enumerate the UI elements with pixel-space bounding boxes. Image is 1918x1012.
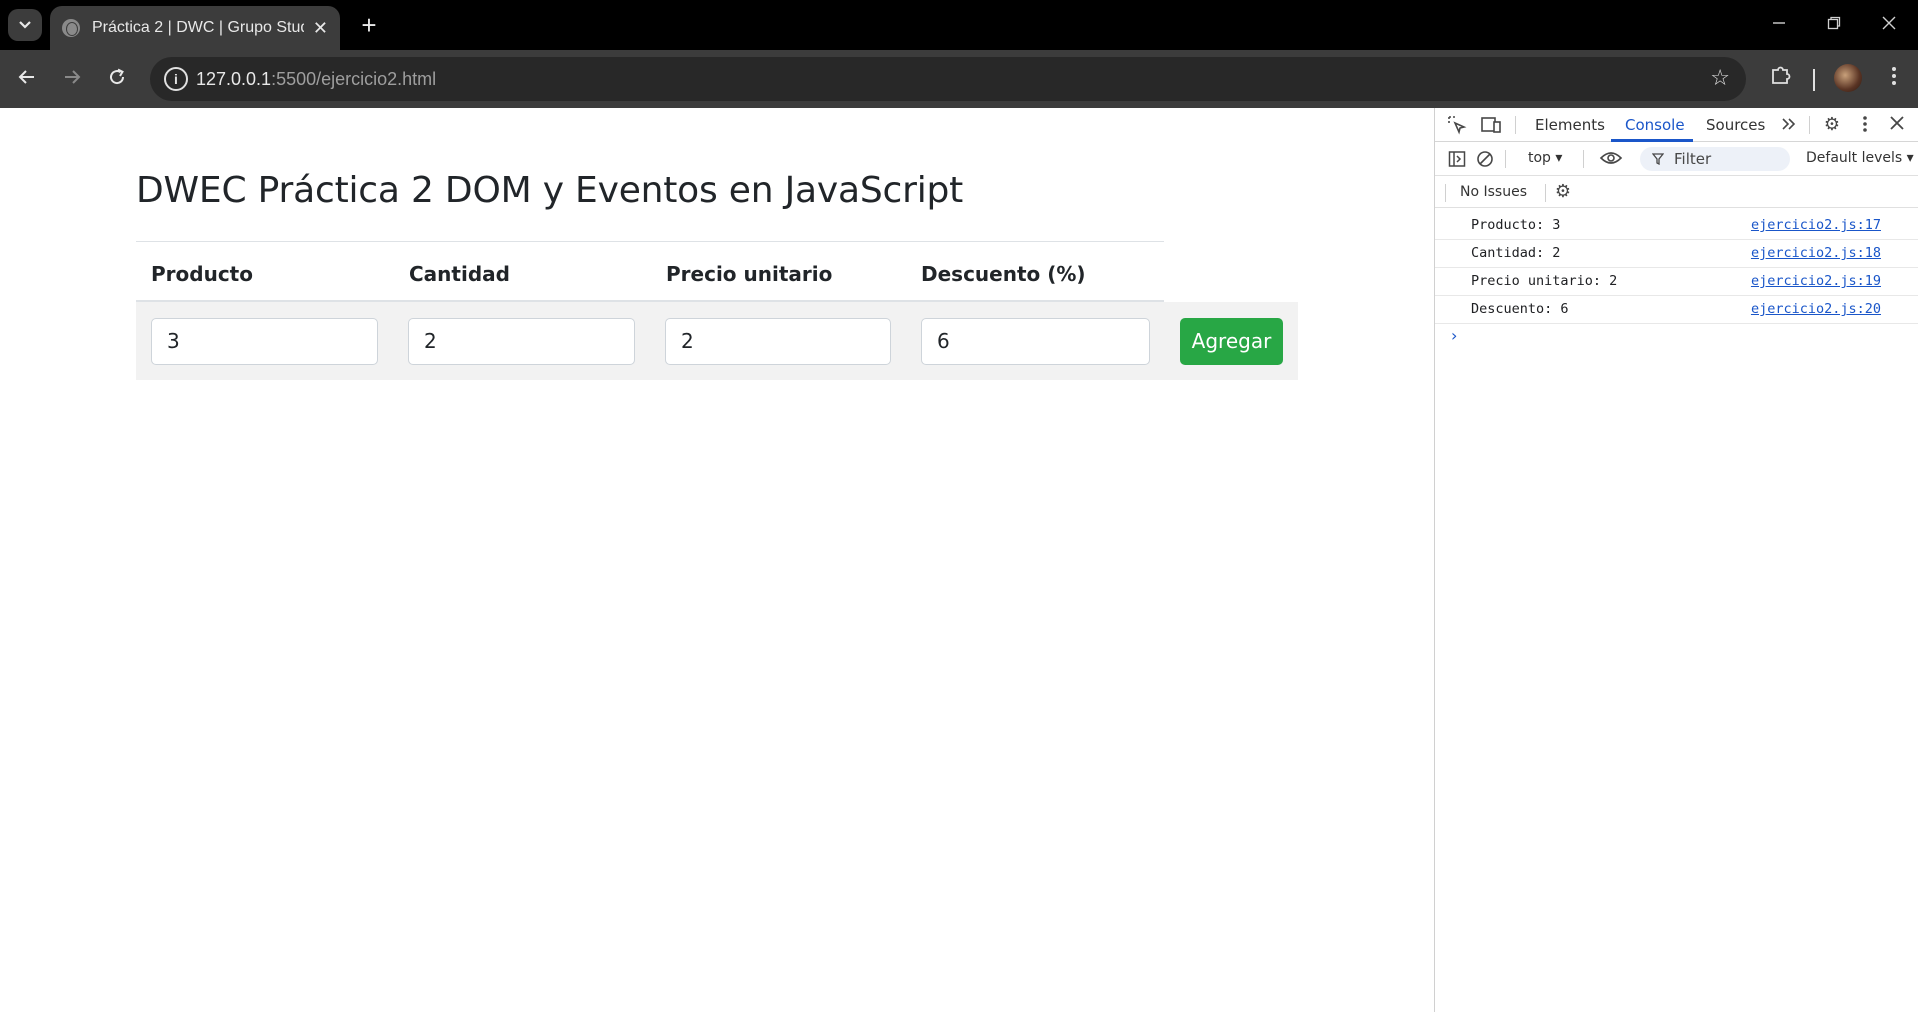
gear-icon[interactable]: ⚙ bbox=[1820, 115, 1844, 135]
new-tab-button[interactable]: + bbox=[354, 10, 384, 40]
close-icon bbox=[1882, 16, 1896, 30]
toolbar-divider bbox=[1813, 69, 1815, 91]
back-button[interactable] bbox=[11, 63, 43, 95]
console-message: Precio unitario: 2 bbox=[1471, 273, 1618, 289]
restore-button[interactable] bbox=[1811, 8, 1857, 40]
browser-tab[interactable]: Práctica 2 | DWC | Grupo Studium ✕ bbox=[50, 6, 340, 50]
devtools-panel: Elements Console Sources ⚙ top ▾ Filter … bbox=[1434, 108, 1918, 1012]
globe-icon bbox=[62, 19, 80, 37]
menu-button[interactable] bbox=[1878, 63, 1910, 95]
info-icon[interactable]: i bbox=[164, 67, 188, 91]
console-source-link[interactable]: ejercicio2.js:19 bbox=[1751, 273, 1881, 289]
device-toolbar-icon[interactable] bbox=[1479, 115, 1503, 140]
issues-link[interactable]: No Issues bbox=[1460, 184, 1527, 200]
column-header-producto: Producto bbox=[151, 262, 253, 286]
extensions-button[interactable] bbox=[1765, 63, 1797, 95]
star-icon[interactable]: ☆ bbox=[1710, 65, 1730, 91]
tab-console[interactable]: Console bbox=[1625, 116, 1685, 134]
url-text[interactable]: 127.0.0.1:5500/ejercicio2.html bbox=[196, 69, 436, 90]
log-levels-dropdown[interactable]: Default levels ▾ bbox=[1806, 150, 1914, 166]
close-icon[interactable]: ✕ bbox=[313, 19, 328, 37]
puzzle-icon bbox=[1772, 66, 1791, 84]
tab-strip: Práctica 2 | DWC | Grupo Studium ✕ + bbox=[0, 0, 1918, 50]
more-tabs-icon[interactable] bbox=[1777, 115, 1801, 138]
sidebar-toggle-icon[interactable] bbox=[1445, 150, 1469, 173]
devtools-divider bbox=[1583, 150, 1584, 168]
restore-icon bbox=[1827, 16, 1841, 30]
devtools-divider bbox=[1445, 184, 1446, 202]
reload-icon bbox=[110, 68, 125, 85]
inspect-element-icon[interactable] bbox=[1445, 115, 1469, 140]
tab-sources[interactable]: Sources bbox=[1706, 116, 1765, 134]
console-log-row: Producto: 3 ejercicio2.js:17 bbox=[1435, 212, 1918, 240]
console-source-link[interactable]: ejercicio2.js:17 bbox=[1751, 217, 1881, 233]
page-viewport: DWEC Práctica 2 DOM y Eventos en JavaScr… bbox=[0, 108, 1434, 1012]
avatar[interactable] bbox=[1834, 64, 1862, 92]
devtools-divider bbox=[1809, 116, 1810, 134]
producto-input[interactable]: 3 bbox=[151, 318, 378, 365]
column-header-precio: Precio unitario bbox=[666, 262, 833, 286]
table-header: Producto Cantidad Precio unitario Descue… bbox=[136, 241, 1164, 302]
console-message: Producto: 3 bbox=[1471, 217, 1561, 233]
console-message: Cantidad: 2 bbox=[1471, 245, 1561, 261]
add-button[interactable]: Agregar bbox=[1180, 318, 1283, 365]
precio-input[interactable]: 2 bbox=[665, 318, 891, 365]
more-vertical-icon bbox=[1892, 67, 1896, 85]
table-row: 3 2 2 6 Agregar bbox=[136, 302, 1298, 380]
close-window-button[interactable] bbox=[1866, 8, 1912, 40]
devtools-divider bbox=[1505, 150, 1506, 168]
page-title: DWEC Práctica 2 DOM y Eventos en JavaScr… bbox=[136, 170, 964, 211]
reload-button[interactable] bbox=[101, 63, 133, 95]
product-table: Producto Cantidad Precio unitario Descue… bbox=[136, 241, 1298, 380]
address-bar[interactable]: i 127.0.0.1:5500/ejercicio2.html ☆ bbox=[150, 57, 1746, 101]
console-source-link[interactable]: ejercicio2.js:20 bbox=[1751, 301, 1881, 317]
minimize-icon bbox=[1773, 22, 1785, 24]
issues-bar: No Issues ⚙ bbox=[1435, 176, 1918, 208]
browser-toolbar: i 127.0.0.1:5500/ejercicio2.html ☆ bbox=[0, 50, 1918, 108]
devtools-divider bbox=[1515, 116, 1516, 134]
console-prompt[interactable]: › bbox=[1451, 326, 1457, 345]
column-header-cantidad: Cantidad bbox=[409, 262, 510, 286]
more-vertical-icon[interactable] bbox=[1853, 115, 1877, 138]
tab-elements[interactable]: Elements bbox=[1535, 116, 1605, 134]
clear-console-icon[interactable] bbox=[1473, 150, 1497, 173]
context-selector[interactable]: top ▾ bbox=[1528, 150, 1562, 166]
close-icon[interactable] bbox=[1885, 115, 1909, 135]
filter-input[interactable]: Filter bbox=[1640, 147, 1790, 171]
cantidad-input[interactable]: 2 bbox=[408, 318, 635, 365]
column-header-descuento: Descuento (%) bbox=[921, 262, 1086, 286]
descuento-input[interactable]: 6 bbox=[921, 318, 1150, 365]
gear-icon[interactable]: ⚙ bbox=[1551, 182, 1575, 202]
arrow-right-icon bbox=[65, 70, 81, 84]
console-message: Descuento: 6 bbox=[1471, 301, 1569, 317]
devtools-divider bbox=[1545, 184, 1546, 202]
chevron-down-icon bbox=[19, 21, 31, 29]
console-source-link[interactable]: ejercicio2.js:18 bbox=[1751, 245, 1881, 261]
arrow-left-icon bbox=[18, 70, 34, 84]
console-log-row: Descuento: 6 ejercicio2.js:20 bbox=[1435, 296, 1918, 324]
eye-icon[interactable] bbox=[1597, 150, 1625, 171]
devtools-tab-bar: Elements Console Sources ⚙ bbox=[1435, 108, 1918, 142]
console-toolbar: top ▾ Filter Default levels ▾ bbox=[1435, 142, 1918, 176]
filter-placeholder: Filter bbox=[1674, 150, 1712, 168]
console-log-row: Cantidad: 2 ejercicio2.js:18 bbox=[1435, 240, 1918, 268]
tab-title: Práctica 2 | DWC | Grupo Studium bbox=[92, 19, 304, 36]
tab-search-button[interactable] bbox=[8, 9, 42, 41]
filter-icon bbox=[1652, 153, 1664, 165]
forward-button[interactable] bbox=[56, 63, 88, 95]
console-log-row: Precio unitario: 2 ejercicio2.js:19 bbox=[1435, 268, 1918, 296]
minimize-button[interactable] bbox=[1756, 8, 1802, 40]
